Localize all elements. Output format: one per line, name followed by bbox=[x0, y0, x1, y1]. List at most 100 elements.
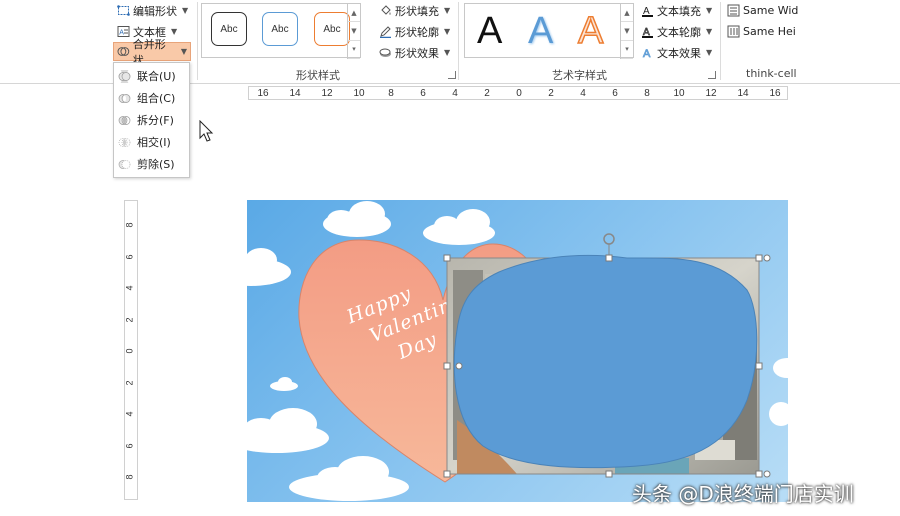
combine-icon bbox=[118, 93, 131, 103]
thinkcell-group-label: think-cell bbox=[746, 67, 797, 80]
text-outline-icon: A bbox=[642, 27, 653, 38]
selection-layer bbox=[443, 233, 771, 478]
gallery-scroll: ▲ ▼ ▾ bbox=[347, 4, 360, 59]
wordart-more-arrow[interactable]: ▾ bbox=[621, 41, 633, 59]
ruler-number: 4 bbox=[580, 88, 586, 99]
shape-effects-button[interactable]: 形状效果 ▼ bbox=[376, 43, 453, 62]
shape-style-orange[interactable]: Abc bbox=[314, 12, 350, 46]
shape-effects-label: 形状效果 bbox=[395, 46, 439, 60]
wordart-style-orange-outline[interactable]: A bbox=[577, 8, 604, 54]
shape-style-blue[interactable]: Abc bbox=[262, 12, 298, 46]
shape-styles-group-label: 形状样式 bbox=[296, 69, 340, 82]
group-separator bbox=[458, 2, 459, 80]
same-width-button[interactable]: Same Wid bbox=[724, 1, 801, 20]
same-width-label: Same Wid bbox=[743, 4, 799, 17]
wordart-up-arrow[interactable]: ▲ bbox=[621, 4, 633, 23]
shape-effects-icon bbox=[379, 48, 391, 57]
chevron-down-icon: ▼ bbox=[444, 48, 451, 57]
text-effects-icon: A bbox=[643, 48, 652, 59]
ruler-number: 6 bbox=[124, 442, 135, 449]
wordart-down-arrow[interactable]: ▼ bbox=[621, 22, 633, 41]
fragment-icon bbox=[118, 115, 131, 125]
same-height-icon bbox=[727, 25, 740, 38]
chevron-down-icon: ▼ bbox=[180, 47, 187, 56]
horizontal-ruler: 16 14 12 10 8 6 4 2 0 2 4 6 8 10 12 14 16 bbox=[248, 86, 788, 100]
text-box-icon: A bbox=[117, 26, 130, 37]
dialog-launcher-icon[interactable] bbox=[448, 71, 456, 79]
watermark-text: 头条 @D浪终端门店实训 bbox=[632, 482, 854, 506]
shape-fill-button[interactable]: 形状填充 ▼ bbox=[376, 1, 453, 20]
ruler-number: 10 bbox=[353, 88, 365, 99]
text-fill-label: 文本填充 bbox=[657, 4, 701, 18]
rotate-handle-icon[interactable] bbox=[603, 233, 615, 245]
ruler-number: 0 bbox=[516, 88, 522, 99]
shape-fill-label: 形状填充 bbox=[395, 4, 439, 18]
menu-item-subtract[interactable]: 剪除(S) bbox=[118, 155, 186, 173]
menu-item-label: 拆分(F) bbox=[137, 114, 174, 127]
merge-shapes-icon bbox=[117, 47, 130, 56]
subtract-icon bbox=[118, 159, 131, 169]
group-separator bbox=[197, 2, 198, 80]
vertical-ruler: 8 6 4 2 0 2 4 6 8 bbox=[124, 200, 138, 500]
pencil-icon bbox=[380, 26, 391, 38]
chevron-down-icon: ▼ bbox=[706, 6, 713, 15]
text-effects-button[interactable]: A 文本效果 ▼ bbox=[638, 43, 715, 62]
gallery-up-arrow[interactable]: ▲ bbox=[348, 4, 360, 23]
paint-bucket-icon bbox=[381, 5, 391, 15]
chevron-down-icon: ▼ bbox=[706, 27, 713, 36]
ruler-number: 10 bbox=[673, 88, 685, 99]
menu-item-label: 组合(C) bbox=[137, 92, 176, 105]
chevron-down-icon: ▼ bbox=[444, 6, 451, 15]
ruler-number: 8 bbox=[124, 222, 135, 228]
same-height-label: Same Hei bbox=[743, 25, 796, 38]
dialog-launcher-icon[interactable] bbox=[708, 71, 716, 79]
ruler-number: 4 bbox=[124, 411, 135, 417]
chevron-down-icon: ▼ bbox=[706, 48, 713, 57]
text-outline-button[interactable]: A 文本轮廓 ▼ bbox=[638, 22, 715, 41]
ruler-number: 6 bbox=[124, 253, 135, 260]
ruler-number: 12 bbox=[705, 88, 717, 99]
menu-item-label: 联合(U) bbox=[137, 70, 176, 83]
slide-canvas[interactable]: Happy Valentine Day bbox=[247, 200, 788, 502]
wordart-scroll: ▲ ▼ ▾ bbox=[620, 4, 633, 59]
wordart-style-black[interactable]: A bbox=[477, 8, 502, 54]
merge-shapes-menu: 联合(U) 组合(C) 拆分(F) 相交(I) 剪除(S) bbox=[113, 62, 190, 178]
wordart-group-label: 艺术字样式 bbox=[552, 69, 607, 82]
same-height-button[interactable]: Same Hei bbox=[724, 22, 799, 41]
ruler-number: 2 bbox=[124, 379, 135, 386]
group-separator bbox=[720, 2, 721, 80]
ruler-number: 2 bbox=[484, 88, 490, 99]
ruler-number: 16 bbox=[769, 88, 781, 99]
gallery-more-arrow[interactable]: ▾ bbox=[348, 41, 360, 59]
shape-styles-gallery: Abc Abc Abc ▲ ▼ ▾ bbox=[201, 3, 361, 59]
ruler-number: 6 bbox=[612, 88, 618, 99]
ruler-number: 8 bbox=[388, 88, 394, 99]
shape-outline-label: 形状轮廓 bbox=[395, 25, 439, 39]
mouse-cursor-icon bbox=[199, 120, 214, 142]
wordart-gallery: A A A ▲ ▼ ▾ bbox=[464, 3, 634, 59]
ruler-number: 4 bbox=[124, 285, 135, 291]
text-outline-label: 文本轮廓 bbox=[657, 25, 701, 39]
edit-shape-icon bbox=[117, 5, 130, 16]
ruler-number: 2 bbox=[548, 88, 554, 99]
shape-outline-button[interactable]: 形状轮廓 ▼ bbox=[376, 22, 453, 41]
menu-item-label: 剪除(S) bbox=[137, 158, 175, 171]
edit-shape-button[interactable]: 编辑形状 ▼ bbox=[114, 1, 191, 20]
menu-item-union[interactable]: 联合(U) bbox=[118, 67, 186, 85]
gallery-down-arrow[interactable]: ▼ bbox=[348, 22, 360, 41]
blue-blob-shape[interactable] bbox=[453, 254, 758, 469]
ruler-number: 8 bbox=[124, 474, 135, 480]
wordart-style-blue[interactable]: A bbox=[528, 8, 553, 54]
ruler-number: 14 bbox=[737, 88, 749, 99]
ruler-number: 6 bbox=[420, 88, 426, 99]
ruler-number: 8 bbox=[644, 88, 650, 99]
intersect-icon bbox=[118, 137, 131, 147]
same-width-icon bbox=[727, 4, 740, 17]
menu-item-intersect[interactable]: 相交(I) bbox=[118, 133, 186, 151]
text-fill-button[interactable]: A 文本填充 ▼ bbox=[638, 1, 715, 20]
menu-item-fragment[interactable]: 拆分(F) bbox=[118, 111, 186, 129]
merge-shapes-button[interactable]: 合并形状 ▼ bbox=[113, 38, 191, 67]
menu-item-combine[interactable]: 组合(C) bbox=[118, 89, 186, 107]
svg-text:A: A bbox=[119, 30, 124, 37]
shape-style-black[interactable]: Abc bbox=[211, 12, 247, 46]
